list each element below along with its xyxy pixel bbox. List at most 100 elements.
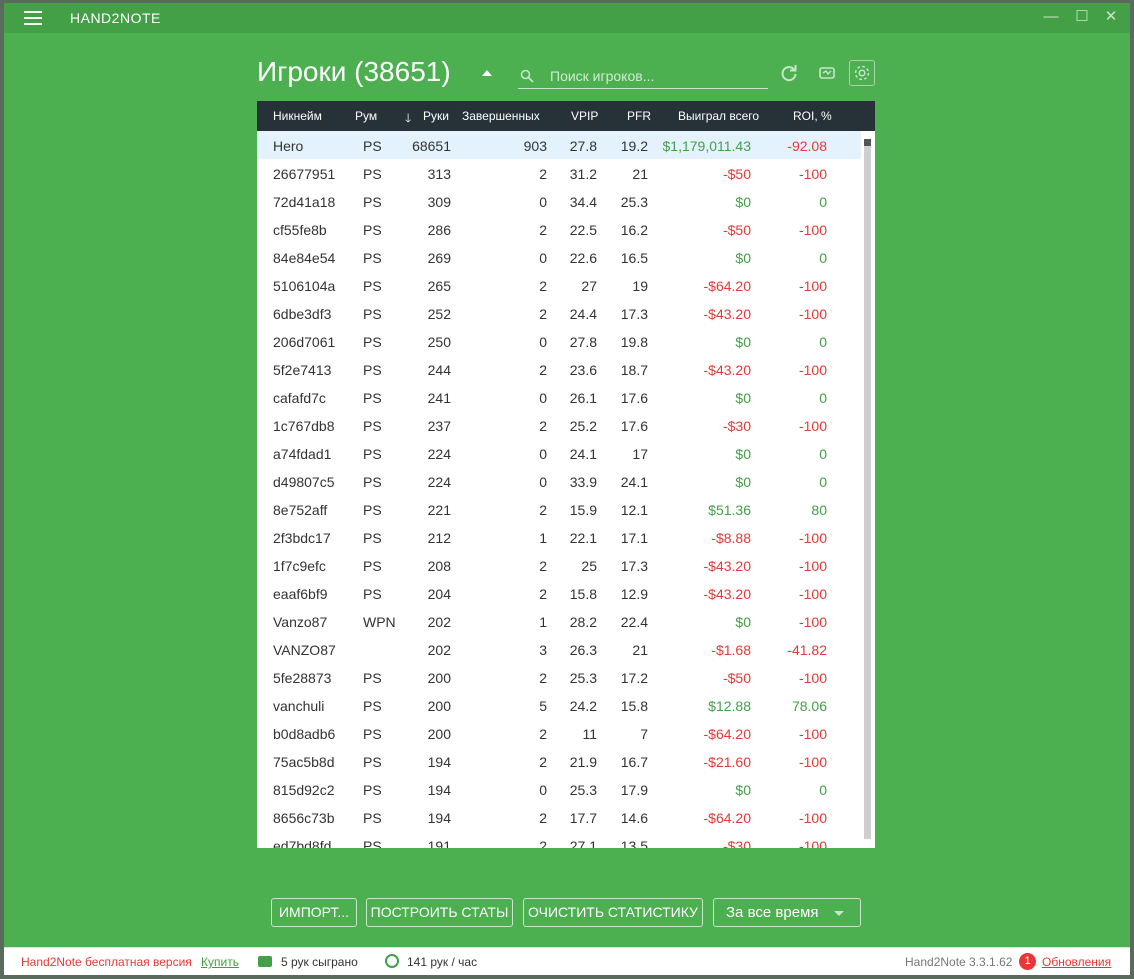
import-button[interactable]: ИМПОРТ... — [271, 898, 357, 927]
col-vpip[interactable]: VPIP — [571, 109, 598, 123]
cell-room: PS — [363, 194, 382, 210]
cell-pfr: 24.1 — [620, 474, 648, 490]
chevron-down-icon — [834, 911, 844, 916]
cell-completed: 1 — [539, 614, 547, 630]
cell-room: PS — [363, 586, 382, 602]
cell-completed: 2 — [539, 418, 547, 434]
cell-pfr: 19.8 — [620, 334, 648, 350]
cell-hands: 200 — [427, 670, 451, 686]
table-row[interactable]: 8e752aff PS 221 2 15.9 12.1 $51.36 80 — [257, 495, 861, 523]
table-row[interactable]: Vanzo87 WPN 202 1 28.2 22.4 $0 -100 — [257, 607, 861, 635]
table-row[interactable]: 2f3bdc17 PS 212 1 22.1 17.1 -$8.88 -100 — [257, 523, 861, 551]
cell-roi: -100 — [798, 614, 827, 630]
table-row[interactable]: 5106104a PS 265 2 27 19 -$64.20 -100 — [257, 271, 861, 299]
table-row[interactable]: 1f7c9efc PS 208 2 25 17.3 -$43.20 -100 — [257, 551, 861, 579]
col-completed[interactable]: Завершенных — [462, 109, 540, 123]
cell-roi: -100 — [798, 166, 827, 182]
minimize-icon[interactable]: — — [1043, 9, 1059, 25]
cell-won: $51.36 — [708, 502, 751, 518]
table-row[interactable]: ed7bd8fd PS 191 2 27.1 13.5 -$30 -100 — [257, 831, 861, 848]
cell-nickname: 5f2e7413 — [273, 362, 332, 378]
cell-vpip: 24.4 — [569, 306, 597, 322]
col-nick[interactable]: Никнейм — [273, 109, 322, 123]
buy-link[interactable]: Купить — [201, 955, 239, 969]
cell-room: PS — [363, 278, 382, 294]
cell-completed: 2 — [539, 726, 547, 742]
cell-roi: -100 — [798, 726, 827, 742]
cell-roi: 0 — [819, 250, 827, 266]
cell-pfr: 17.3 — [620, 306, 648, 322]
gear-icon[interactable] — [849, 60, 875, 86]
cell-nickname: 206d7061 — [273, 334, 336, 350]
cell-pfr: 16.7 — [620, 754, 648, 770]
hamburger-menu-icon[interactable] — [24, 11, 42, 25]
table-row[interactable]: 815d92c2 PS 194 0 25.3 17.9 $0 0 — [257, 775, 861, 803]
cell-vpip: 27.8 — [569, 334, 597, 350]
table-row[interactable]: cafafd7c PS 241 0 26.1 17.6 $0 0 — [257, 383, 861, 411]
table-row[interactable]: 206d7061 PS 250 0 27.8 19.8 $0 0 — [257, 327, 861, 355]
col-room[interactable]: Рум — [355, 109, 377, 123]
table-row[interactable]: 1c767db8 PS 237 2 25.2 17.6 -$30 -100 — [257, 411, 861, 439]
maximize-icon[interactable]: ☐ — [1074, 9, 1090, 25]
search-input[interactable] — [550, 67, 760, 85]
table-row[interactable]: 6dbe3df3 PS 252 2 24.4 17.3 -$43.20 -100 — [257, 299, 861, 327]
reports-icon[interactable] — [814, 60, 840, 86]
cell-room: PS — [363, 334, 382, 350]
cell-nickname: 1c767db8 — [273, 418, 335, 434]
table-row[interactable]: vanchuli PS 200 5 24.2 15.8 $12.88 78.06 — [257, 691, 861, 719]
sort-down-arrow-icon[interactable]: 🡓 — [405, 109, 411, 130]
cell-won: -$1.68 — [711, 642, 751, 658]
cell-roi: -100 — [798, 810, 827, 826]
hands-played-count: 5 рук сыграно — [281, 955, 358, 969]
free-version-label: Hand2Note бесплатная версия — [21, 955, 192, 969]
vertical-scrollbar[interactable] — [861, 131, 875, 848]
table-row[interactable]: d49807c5 PS 224 0 33.9 24.1 $0 0 — [257, 467, 861, 495]
table-row[interactable]: 84e84e54 PS 269 0 22.6 16.5 $0 0 — [257, 243, 861, 271]
cell-vpip: 34.4 — [569, 194, 597, 210]
app-title: HAND2NOTE — [70, 10, 161, 26]
title-dropdown-caret-icon[interactable] — [482, 70, 492, 76]
cell-won: -$64.20 — [703, 726, 751, 742]
build-stats-button[interactable]: ПОСТРОИТЬ СТАТЫ — [366, 898, 513, 927]
time-range-dropdown[interactable]: За все время — [713, 898, 861, 927]
cell-roi: -92.08 — [787, 138, 827, 154]
cell-pfr: 19.2 — [620, 138, 648, 154]
table-row[interactable]: cf55fe8b PS 286 2 22.5 16.2 -$50 -100 — [257, 215, 861, 243]
cell-completed: 0 — [539, 474, 547, 490]
table-row[interactable]: eaaf6bf9 PS 204 2 15.8 12.9 -$43.20 -100 — [257, 579, 861, 607]
col-roi[interactable]: ROI, % — [793, 109, 832, 123]
cell-completed: 0 — [539, 446, 547, 462]
table-row[interactable]: 5fe28873 PS 200 2 25.3 17.2 -$50 -100 — [257, 663, 861, 691]
col-won[interactable]: Выиграл всего — [678, 109, 759, 123]
table-row[interactable]: 26677951 PS 313 2 31.2 21 -$50 -100 — [257, 159, 861, 187]
cell-vpip: 25 — [581, 558, 597, 574]
table-row[interactable]: 72d41a18 PS 309 0 34.4 25.3 $0 0 — [257, 187, 861, 215]
table-row[interactable]: 75ac5b8d PS 194 2 21.9 16.7 -$21.60 -100 — [257, 747, 861, 775]
clear-stats-button[interactable]: ОЧИСТИТЬ СТАТИСТИКУ — [523, 898, 703, 927]
scrollbar-thumb[interactable] — [864, 139, 871, 839]
cell-pfr: 17.6 — [620, 418, 648, 434]
cell-won: -$30 — [722, 838, 751, 848]
close-icon[interactable]: ✕ — [1103, 9, 1119, 25]
app-window: HAND2NOTE — ☐ ✕ Игроки (38651) Никнейм Р… — [4, 3, 1130, 975]
cell-vpip: 23.6 — [569, 362, 597, 378]
table-row[interactable]: 5f2e7413 PS 244 2 23.6 18.7 -$43.20 -100 — [257, 355, 861, 383]
cell-won: $0 — [735, 446, 751, 462]
cell-pfr: 17.3 — [620, 558, 648, 574]
cell-won: -$64.20 — [703, 810, 751, 826]
cell-won: -$43.20 — [703, 362, 751, 378]
table-row[interactable]: b0d8adb6 PS 200 2 11 7 -$64.20 -100 — [257, 719, 861, 747]
cell-won: -$8.88 — [711, 530, 751, 546]
cell-pfr: 17 — [632, 446, 648, 462]
col-hands[interactable]: Руки — [423, 109, 449, 123]
updates-link[interactable]: Обновления — [1042, 955, 1111, 969]
table-row[interactable]: a74fdad1 PS 224 0 24.1 17 $0 0 — [257, 439, 861, 467]
refresh-icon[interactable] — [776, 60, 802, 86]
cell-won: -$21.60 — [703, 754, 751, 770]
updates-count-badge: 1 — [1019, 953, 1036, 970]
table-row[interactable]: Hero PS 68651 903 27.8 19.2 $1,179,011.43 -92.0… — [257, 131, 861, 159]
col-pfr[interactable]: PFR — [627, 109, 651, 123]
table-row[interactable]: VANZO87 202 3 26.3 21 -$1.68 -41.82 — [257, 635, 861, 663]
cell-won: $0 — [735, 614, 751, 630]
table-row[interactable]: 8656c73b PS 194 2 17.7 14.6 -$64.20 -100 — [257, 803, 861, 831]
